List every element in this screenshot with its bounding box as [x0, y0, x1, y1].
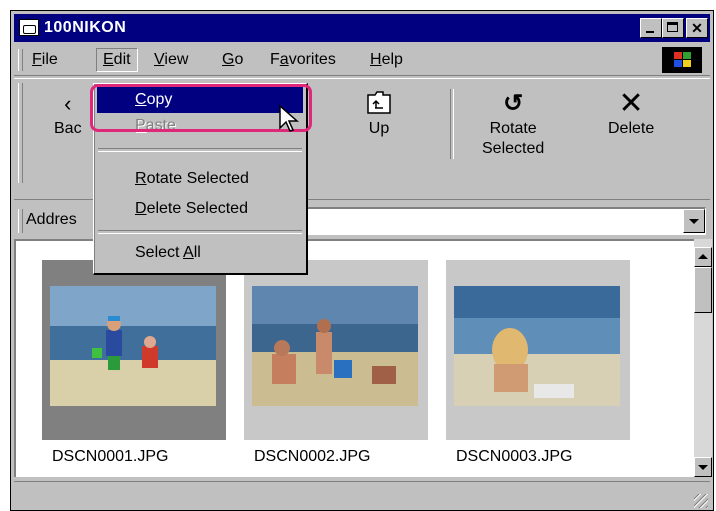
- menu-view[interactable]: View: [150, 51, 192, 69]
- thumbnail-tile[interactable]: [446, 260, 630, 440]
- rotate-icon: ↺: [503, 90, 524, 117]
- windows-logo-icon: [662, 47, 702, 73]
- status-bar: [14, 481, 710, 510]
- file-name-2[interactable]: DSCN0002.JPG: [254, 448, 371, 466]
- scroll-down-button[interactable]: [694, 457, 712, 477]
- menu-go[interactable]: Go: [218, 51, 247, 69]
- back-arrow-icon: ‹: [64, 91, 72, 116]
- chevron-down-icon: [698, 465, 708, 470]
- close-button[interactable]: ✕: [686, 18, 708, 38]
- title-bar[interactable]: 100NIKON ✕: [14, 14, 710, 42]
- photo-thumbnail-3: [454, 286, 620, 406]
- resize-grip-icon[interactable]: [694, 494, 708, 508]
- mouse-pointer-icon: [279, 104, 299, 132]
- scroll-thumb[interactable]: [694, 267, 712, 313]
- scroll-up-button[interactable]: [694, 247, 712, 267]
- photo-thumbnail-2: [252, 286, 418, 406]
- menu-edit[interactable]: Edit: [96, 48, 138, 72]
- file-name-3[interactable]: DSCN0003.JPG: [456, 448, 573, 466]
- menu-item-select-all[interactable]: Select All: [97, 240, 303, 266]
- menu-separator: [98, 148, 302, 152]
- address-label: Addres: [26, 211, 77, 228]
- window-title: 100NIKON: [44, 19, 127, 36]
- vertical-scrollbar[interactable]: [694, 239, 712, 477]
- toolbar-grip[interactable]: [18, 83, 23, 183]
- minimize-button[interactable]: [640, 18, 662, 38]
- delete-button[interactable]: ✕ Delete: [608, 89, 654, 139]
- menu-file[interactable]: File: [28, 51, 62, 69]
- chevron-up-icon: [698, 254, 708, 259]
- rotate-selected-button[interactable]: ↺ Rotate Selected: [482, 89, 544, 159]
- back-button[interactable]: ‹ Bac: [54, 89, 82, 139]
- address-dropdown-button[interactable]: [683, 209, 705, 233]
- thumbnail-tile[interactable]: [244, 260, 428, 440]
- thumbnail-tile[interactable]: [42, 260, 226, 440]
- file-name-1[interactable]: DSCN0001.JPG: [52, 448, 169, 466]
- menu-separator: [98, 230, 302, 234]
- toolbar-separator: [450, 89, 454, 159]
- menubar-grip[interactable]: [18, 49, 23, 71]
- menu-item-delete-selected[interactable]: Delete Selected: [97, 196, 303, 222]
- chevron-down-icon: [689, 219, 699, 224]
- menu-help[interactable]: Help: [366, 51, 407, 69]
- photo-thumbnail-1: [50, 286, 216, 406]
- maximize-button[interactable]: [662, 18, 684, 38]
- address-grip[interactable]: [18, 209, 23, 233]
- up-button[interactable]: Up: [366, 89, 392, 139]
- menu-item-rotate-selected[interactable]: Rotate Selected: [97, 166, 303, 192]
- menu-bar: File Edit View Go Favorites Help: [14, 45, 710, 76]
- camera-folder-icon: [19, 19, 39, 36]
- up-folder-icon: [367, 91, 391, 114]
- menu-favorites[interactable]: Favorites: [266, 51, 340, 69]
- delete-x-icon: ✕: [618, 87, 644, 120]
